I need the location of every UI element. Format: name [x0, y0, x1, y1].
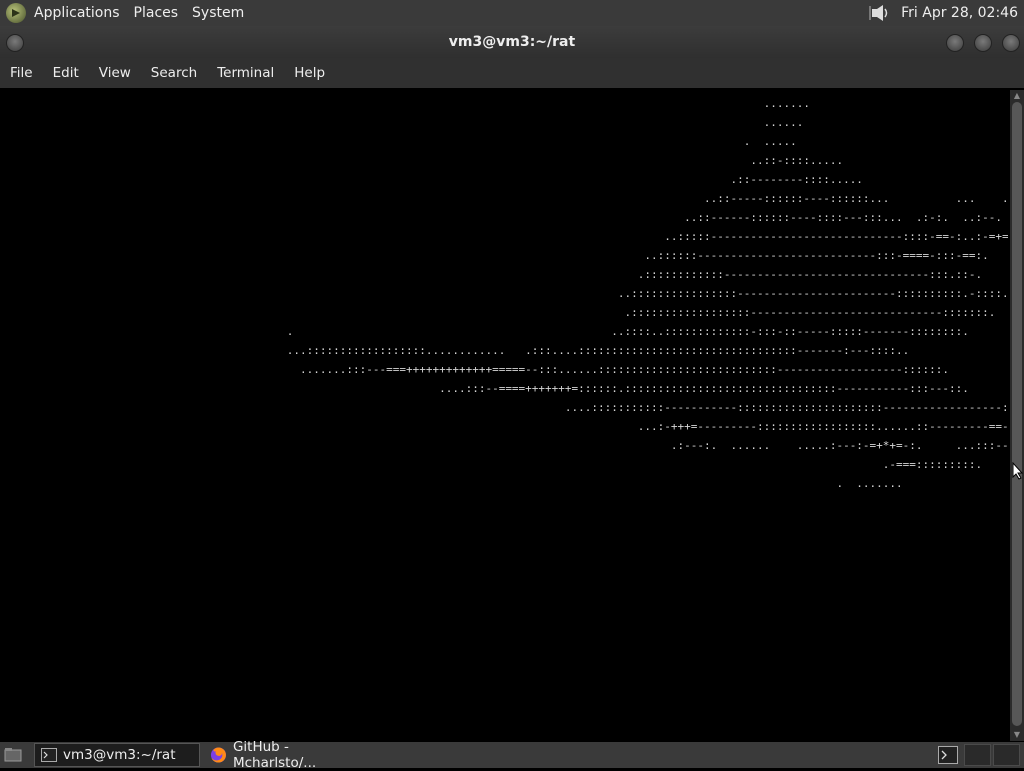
terminal-scrollbar[interactable]: ▲ ▼: [1010, 90, 1024, 741]
menu-terminal[interactable]: Terminal: [217, 65, 274, 81]
window-title: vm3@vm3:~/rat: [448, 34, 576, 50]
menu-file[interactable]: File: [10, 65, 33, 81]
applications-menu[interactable]: Applications: [34, 5, 120, 21]
top-menu: Applications Places System: [34, 5, 244, 21]
terminal-output[interactable]: ....... ...... . ..... ..::-::::..... .:…: [2, 90, 1008, 741]
window-menu-icon[interactable]: [6, 34, 24, 52]
distro-logo-icon[interactable]: [6, 3, 26, 23]
scrollbar-thumb[interactable]: [1012, 102, 1022, 726]
menu-help[interactable]: Help: [294, 65, 325, 81]
firefox-icon: [210, 747, 227, 763]
maximize-button[interactable]: [974, 34, 992, 52]
system-menu[interactable]: System: [192, 5, 244, 21]
scroll-down-arrow-icon[interactable]: ▼: [1012, 730, 1022, 740]
ascii-art-output: ....... ...... . ..... ..::-::::..... .:…: [286, 97, 1008, 490]
terminal-icon: [41, 748, 57, 762]
mouse-pointer-icon: [1012, 461, 1024, 480]
taskbar-item-label: GitHub - Mcharlsto/...: [232, 739, 317, 771]
workspace-2[interactable]: [993, 744, 1020, 766]
menu-edit[interactable]: Edit: [53, 65, 79, 81]
minimize-button[interactable]: [946, 34, 964, 52]
taskbar-item-firefox[interactable]: GitHub - Mcharlsto/...: [204, 739, 374, 771]
clock[interactable]: Fri Apr 28, 02:46: [901, 5, 1018, 21]
window-titlebar[interactable]: vm3@vm3:~/rat: [0, 26, 1024, 58]
tray-terminal-icon[interactable]: [938, 746, 958, 764]
close-button[interactable]: [1002, 34, 1020, 52]
show-desktop-icon[interactable]: [2, 745, 24, 765]
scroll-up-arrow-icon[interactable]: ▲: [1012, 91, 1022, 101]
volume-icon[interactable]: [867, 4, 891, 22]
places-menu[interactable]: Places: [134, 5, 179, 21]
menu-view[interactable]: View: [99, 65, 131, 81]
terminal-menubar: File Edit View Search Terminal Help: [0, 58, 1024, 88]
menu-search[interactable]: Search: [151, 65, 197, 81]
workspace-switcher[interactable]: [964, 744, 1020, 766]
bottom-panel: vm3@vm3:~/rat GitHub - Mcharlsto/...: [0, 739, 1024, 771]
workspace-1[interactable]: [964, 744, 991, 766]
top-panel: Applications Places System Fri Apr 28, 0…: [0, 0, 1024, 26]
taskbar-item-label: vm3@vm3:~/rat: [63, 747, 176, 763]
taskbar-item-terminal[interactable]: vm3@vm3:~/rat: [34, 743, 200, 767]
top-right-tray: Fri Apr 28, 02:46: [867, 4, 1018, 22]
